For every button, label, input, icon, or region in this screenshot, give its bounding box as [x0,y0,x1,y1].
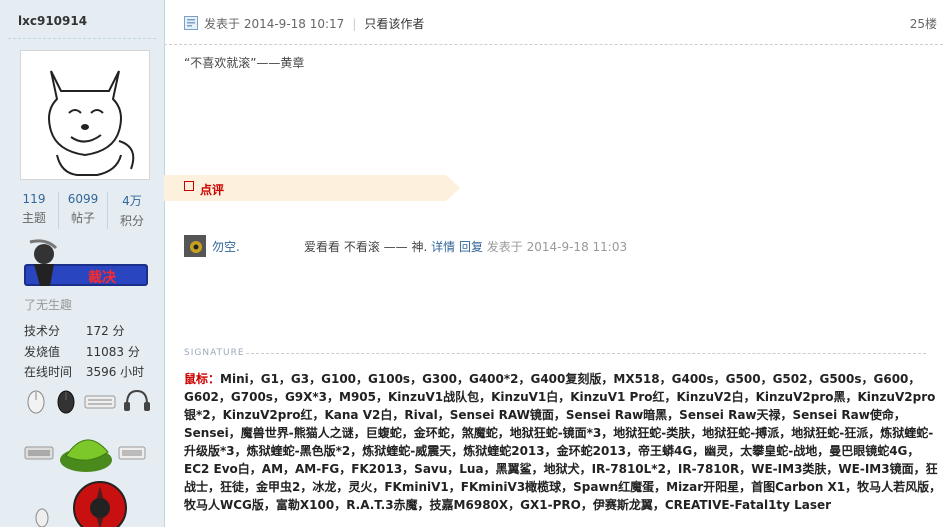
post-content: “不喜欢就滚”——黄章 [184,56,305,70]
post-author-icon [184,16,198,30]
signature-body: 鼠标：Mini，G1，G3，G100，G100s，G300，G400*2，G40… [184,370,943,514]
signature-divider [246,353,926,354]
keyboard-small-icon[interactable] [118,439,146,465]
prop-value: 172 分 [85,324,125,338]
reaper-medal-icon: 裁决 [24,239,148,286]
keyboard-retro-icon[interactable] [24,439,54,465]
comment-box-icon [184,181,194,191]
medal-icons-row [24,388,152,414]
signature-lead: 鼠标： [184,372,221,386]
prop-value: 3596 小时 [85,365,145,379]
author-username[interactable]: lxc910914 [18,14,87,28]
medal-icons-row-2 [24,430,146,474]
comment-reply-link[interactable]: 回复 [459,240,483,254]
green-leaf-medal-icon[interactable] [58,430,114,474]
prop-key: 技术分 [24,324,61,338]
signature-text: Mini，G1，G3，G100，G100s，G300，G400*2，G400复刻… [184,372,942,512]
comment-text: 爱看看 不看滚 —— 神. [304,240,428,254]
prop-online-time: 在线时间 3596 小时 [24,363,144,380]
signature-title: SIGNATURE [184,348,245,358]
stat-credits[interactable]: 4万 积分 [108,192,156,229]
commenter-name[interactable]: 勿空. [212,238,240,255]
stat-label: 帖子 [70,211,95,225]
prop-key: 发烧值 [24,345,61,359]
comment-time: 发表于 2014-9-18 11:03 [486,240,628,254]
mouse-white-icon[interactable] [24,388,48,414]
stat-label: 积分 [119,214,144,228]
medal-text: 裁决 [88,269,117,286]
comment-label: 点评 [200,183,225,197]
headset-icon[interactable] [122,388,152,414]
stat-value: 4万 [122,194,142,208]
commenter-avatar[interactable] [184,235,206,257]
stat-threads[interactable]: 119 主题 [10,192,59,229]
comment-item: 勿空. 爱看看 不看滚 —— 神. 详情 回复 发表于 2014-9-18 11… [184,232,924,260]
keyboard-icon[interactable] [84,388,116,414]
post-header: 发表于 2014-9-18 10:17 | 只看该作者 25楼 [164,0,943,45]
prop-value: 11083 分 [85,345,140,359]
stat-posts[interactable]: 6099 帖子 [59,192,108,229]
user-status: 了无生趣 [24,298,73,312]
comment-detail-link[interactable]: 详情 [431,240,455,254]
sharingan-medal-icon[interactable] [30,480,130,530]
rank-medal[interactable]: 裁决 [22,238,150,290]
mouse-black-icon[interactable] [54,388,78,414]
post-time: 发表于 2014-9-18 10:17 [204,17,345,31]
only-author-link[interactable]: 只看该作者 [364,17,424,31]
stat-label: 主题 [21,211,46,225]
prop-key: 在线时间 [24,365,73,379]
meta-divider: | [352,17,357,31]
stat-value: 6099 [67,192,99,206]
floor-number[interactable]: 25楼 [910,15,937,32]
author-stats: 119 主题 6099 帖子 4万 积分 [10,192,156,229]
medal-icons-row-3 [30,480,130,530]
author-sidebar: lxc910914 119 主题 6099 帖子 4万 积分 裁决 了无生趣 技… [0,0,165,530]
avatar[interactable] [20,50,150,180]
cat-avatar-icon [48,70,135,176]
prop-fever: 发烧值 11083 分 [24,343,140,360]
comment-body: 爱看看 不看滚 —— 神. 详情 回复 发表于 2014-9-18 11:03 [304,238,627,255]
divider [8,38,156,39]
post-meta: 发表于 2014-9-18 10:17 | 只看该作者 [204,15,424,32]
prop-tech-score: 技术分 172 分 [24,322,125,339]
stat-value: 119 [22,192,46,206]
